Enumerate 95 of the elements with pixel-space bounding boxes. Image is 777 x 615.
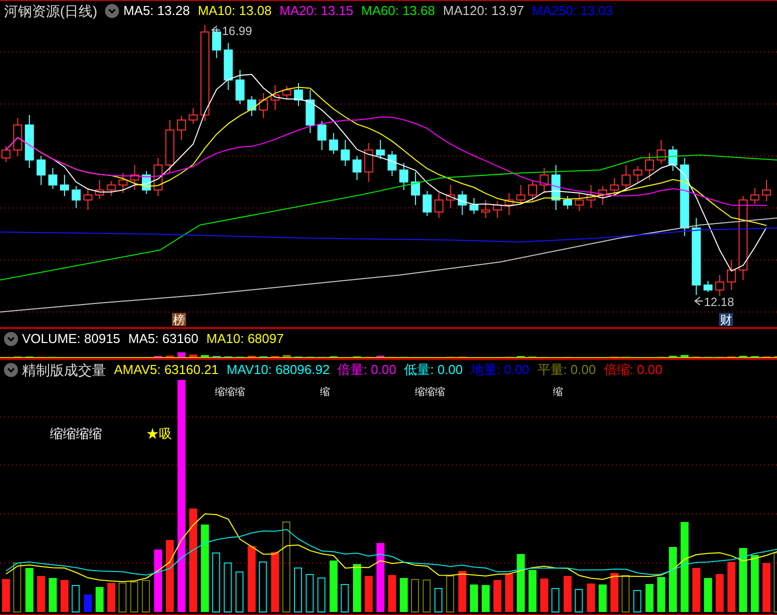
candlestick [142,170,151,194]
legend-value: VOLUME: 80915 [22,330,120,348]
candlestick [13,118,22,156]
candlestick [470,198,478,214]
candlestick [481,200,490,218]
legend-value: MA5: 13.28 [123,2,190,20]
candlestick [24,114,34,168]
candlestick [83,188,92,210]
candlestick [95,180,104,200]
candlestick [598,186,608,206]
candlestick [528,180,537,202]
collapse-icon[interactable] [4,332,18,346]
candlestick [434,192,444,218]
candlestick [376,140,385,160]
candlestick [551,164,560,210]
legend-value: MA120: 13.97 [442,2,524,20]
candlestick [352,156,362,180]
candlestick [2,146,10,162]
stock-title: 河钢资源(日线) [4,2,98,21]
candlestick [60,174,69,196]
candlestick [224,42,233,90]
signal-label: 缩缩缩 [215,387,245,398]
legend-value: MAV10: 68096.92 [226,361,330,379]
candlestick [118,172,128,194]
candlestick [212,28,222,58]
candlestick [270,84,280,110]
candlestick [388,150,397,176]
signal-label: 缩 [553,387,563,398]
candlestick [656,140,666,164]
candlestick [422,190,432,216]
candlestick [726,260,736,290]
candlestick [188,108,198,124]
candlestick [446,184,456,208]
legend-value: MA10: 13.08 [198,2,272,20]
legend-value: 倍缩: 0.00 [604,361,662,379]
candlestick [48,168,58,190]
shrink-note: 缩缩缩缩 [50,426,102,441]
candlestick [36,156,46,186]
collapse-icon[interactable] [105,4,120,18]
candlestick [750,188,760,204]
legend-value: AMAV5: 63160.21 [114,361,219,379]
candlestick [668,146,678,172]
candlestick [130,164,140,190]
candlestick [504,192,514,216]
signal-label: 缩 [320,387,330,398]
candlestick [715,274,724,296]
candlestick [340,140,350,166]
candlestick [574,192,584,212]
candlestick [633,166,642,184]
legend-value: 地量: 0.00 [470,361,530,379]
legend-value: 低量: 0.00 [404,361,463,379]
candlestick [610,178,619,194]
legend-value: 倍量: 0.00 [338,361,396,379]
low-price-label: 12.18 [704,295,734,309]
candlestick [165,120,174,174]
candlestick [317,120,326,150]
candlestick [622,164,631,192]
rank-badge[interactable]: 榜 [172,313,186,327]
candlestick [294,82,303,106]
legend-value: MA5: 63160 [128,330,198,348]
leader-line [694,296,704,306]
candlestick [282,86,292,100]
candlestick [645,152,654,180]
legend-value: MA10: 68097 [206,330,284,348]
candlestick [399,162,408,190]
candlestick [247,96,256,116]
candlestick [236,70,244,104]
candlestick [177,116,186,140]
candlestick [72,186,81,208]
legend-value: MA250: 13.03 [532,2,613,20]
candlestick [411,172,420,206]
high-price-label: 16.99 [222,24,252,38]
leader-line [211,26,220,34]
candlestick [492,200,502,218]
absorb-note: ★吸 [146,426,172,441]
collapse-icon[interactable] [4,363,18,377]
candlestick [458,190,467,216]
candlestick [516,184,526,204]
legend-value: MA60: 13.68 [361,2,435,20]
candlestick [364,142,374,182]
candlestick [154,158,163,196]
candlestick [329,132,338,154]
candlestick [704,280,712,292]
candlestick [106,180,116,196]
indicator-title: 精制版成交量 [22,361,106,380]
candlestick [762,180,771,202]
candlestick [306,90,315,134]
legend-value: MA20: 13.15 [280,2,354,20]
candlestick [563,196,572,210]
legend-value: 平量: 0.00 [537,361,596,379]
candlestick [586,184,596,208]
signal-label: 缩缩缩 [415,387,445,398]
finance-badge[interactable]: 财 [719,313,733,327]
candlestick [258,92,268,118]
candlestick [540,168,549,194]
